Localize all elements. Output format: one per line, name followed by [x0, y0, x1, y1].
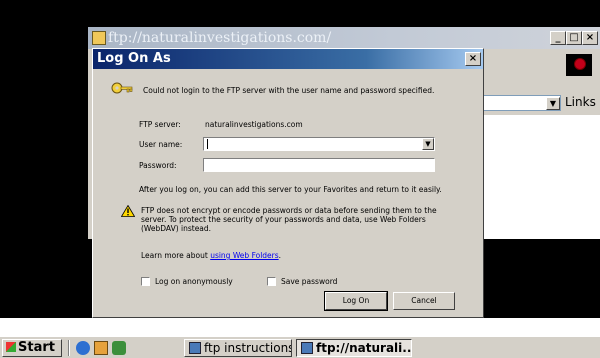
dialog-close-button[interactable]: ×: [465, 52, 481, 66]
learn-more-suffix: .: [278, 251, 282, 260]
document-icon: [189, 342, 201, 354]
internet-explorer-icon[interactable]: [76, 341, 90, 355]
taskbar-separator: [68, 340, 70, 356]
start-button[interactable]: Start: [2, 339, 62, 357]
desktop-background: [0, 318, 600, 336]
outlook-icon[interactable]: [112, 341, 126, 355]
user-name-dropdown-button[interactable]: ▼: [422, 138, 434, 150]
address-dropdown-button[interactable]: ▼: [546, 97, 560, 110]
log-on-dialog: Log On As × Could not login to the FTP s…: [92, 48, 484, 318]
dialog-title-bar[interactable]: Log On As ×: [93, 49, 483, 69]
anonymous-checkbox[interactable]: [141, 277, 150, 286]
links-toolbar[interactable]: Links »: [565, 95, 600, 109]
browser-title-bar[interactable]: ftp://naturalinvestigations.com/ _ □ ×: [88, 27, 600, 49]
start-label: Start: [18, 340, 55, 355]
taskbar-item-ftp-instructions[interactable]: ftp instructions....: [184, 339, 292, 357]
save-password-checkbox[interactable]: [267, 277, 276, 286]
taskbar-item-ftp-window[interactable]: ftp://naturali...: [296, 339, 412, 357]
learn-more-text: Learn more about using Web Folders.: [141, 251, 281, 260]
browser-content: [483, 115, 600, 239]
text-cursor: [207, 139, 208, 149]
taskbar: Start ftp instructions.... ftp://natural…: [0, 336, 600, 358]
warning-icon: [121, 205, 135, 217]
web-folders-link[interactable]: using Web Folders: [210, 251, 278, 260]
folder-icon: [92, 31, 106, 45]
ftp-server-label: FTP server:: [139, 120, 181, 129]
maximize-button[interactable]: □: [566, 31, 582, 45]
learn-more-prefix: Learn more about: [141, 251, 211, 260]
error-message: Could not login to the FTP server with t…: [143, 86, 435, 95]
save-password-label[interactable]: Save password: [281, 277, 337, 286]
cancel-button[interactable]: Cancel: [393, 292, 455, 310]
log-on-button[interactable]: Log On: [324, 291, 388, 311]
address-field[interactable]: ▼: [483, 95, 561, 111]
throbber-icon: [566, 54, 592, 76]
task-label: ftp instructions....: [204, 341, 292, 355]
anonymous-label[interactable]: Log on anonymously: [155, 277, 233, 286]
folder-icon: [301, 342, 313, 354]
windows-logo-icon: [6, 342, 16, 352]
user-name-combobox[interactable]: ▼: [203, 137, 435, 151]
favorites-note: After you log on, you can add this serve…: [139, 185, 442, 194]
activity-icon: [574, 58, 586, 70]
minimize-button[interactable]: _: [550, 31, 566, 45]
browser-title: ftp://naturalinvestigations.com/: [108, 30, 332, 46]
ftp-server-value: naturalinvestigations.com: [205, 120, 303, 129]
dialog-title: Log On As: [97, 51, 171, 66]
links-label: Links: [565, 95, 596, 109]
password-field[interactable]: [203, 158, 435, 172]
task-label: ftp://naturali...: [316, 341, 412, 355]
address-bar-area: ▼ Links »: [483, 93, 600, 113]
password-label: Password:: [139, 161, 177, 170]
security-warning: FTP does not encrypt or encode passwords…: [141, 206, 437, 233]
user-name-label: User name:: [139, 140, 183, 149]
show-desktop-icon[interactable]: [94, 341, 108, 355]
close-button[interactable]: ×: [582, 31, 598, 45]
key-icon: [111, 82, 133, 94]
